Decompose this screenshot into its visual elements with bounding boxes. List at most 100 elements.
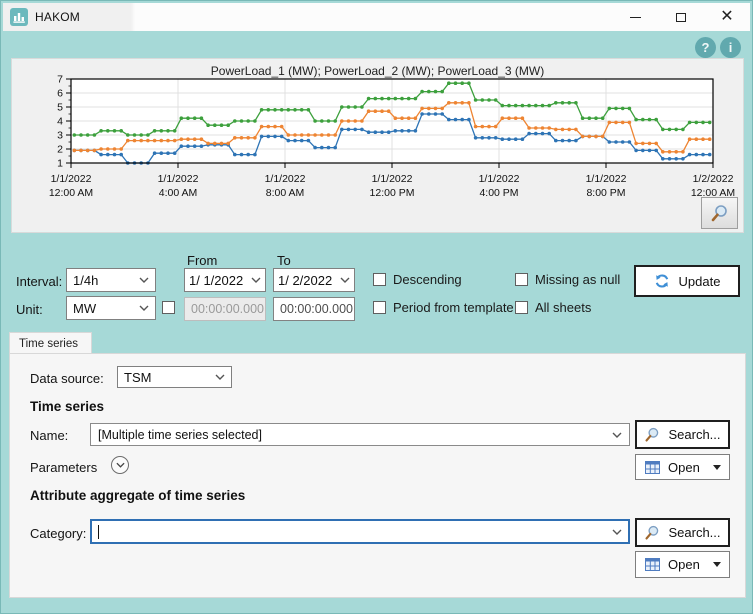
chevron-down-icon bbox=[139, 305, 149, 311]
svg-text:1/1/2022: 1/1/2022 bbox=[479, 173, 520, 185]
open-button[interactable]: Open bbox=[635, 454, 730, 480]
use-time-checkbox[interactable] bbox=[162, 301, 175, 314]
chevron-down-icon bbox=[139, 277, 149, 283]
all-sheets-label: All sheets bbox=[535, 300, 591, 315]
update-label: Update bbox=[679, 274, 721, 289]
help-button[interactable]: ? bbox=[695, 37, 716, 58]
update-button[interactable]: Update bbox=[634, 265, 740, 297]
chevron-down-icon bbox=[215, 374, 225, 380]
descending-checkbox[interactable]: Descending bbox=[373, 272, 462, 287]
checkbox-box[interactable] bbox=[373, 301, 386, 314]
from-date-select[interactable]: 1/ 1/2022 bbox=[184, 268, 266, 292]
app-logo-icon bbox=[10, 8, 28, 26]
all-sheets-checkbox[interactable]: All sheets bbox=[515, 300, 591, 315]
checkbox-box[interactable] bbox=[373, 273, 386, 286]
svg-text:1/1/2022: 1/1/2022 bbox=[586, 173, 627, 185]
table-icon bbox=[645, 461, 660, 474]
svg-text:7: 7 bbox=[57, 75, 63, 86]
interval-label: Interval: bbox=[16, 274, 62, 289]
help-icon: ? bbox=[702, 40, 710, 55]
open-label: Open bbox=[668, 460, 700, 475]
refresh-icon bbox=[654, 273, 670, 289]
name-search-button[interactable]: Search... bbox=[635, 420, 730, 449]
tab-label: Time series bbox=[19, 338, 78, 350]
missing-as-null-label: Missing as null bbox=[535, 272, 620, 287]
category-combobox[interactable] bbox=[90, 519, 630, 544]
checkbox-box[interactable] bbox=[515, 301, 528, 314]
app-window: HAKOM ✕ ? i PowerLoad_1 (MW); PowerLoad_… bbox=[0, 0, 753, 614]
to-date-select[interactable]: 1/ 2/2022 bbox=[273, 268, 355, 292]
magnifier-icon bbox=[644, 426, 661, 443]
chart-panel: PowerLoad_1 (MW); PowerLoad_2 (MW); Powe… bbox=[11, 58, 744, 233]
dropdown-arrow-icon[interactable] bbox=[713, 465, 721, 470]
svg-text:1: 1 bbox=[57, 158, 63, 170]
close-button[interactable]: ✕ bbox=[704, 3, 750, 31]
interval-select[interactable]: 1/4h bbox=[66, 268, 156, 292]
svg-text:5: 5 bbox=[57, 102, 63, 114]
time-series-heading: Time series bbox=[30, 399, 104, 414]
data-source-select[interactable]: TSM bbox=[117, 366, 232, 388]
tab-time-series[interactable]: Time series bbox=[9, 332, 92, 354]
missing-as-null-checkbox[interactable]: Missing as null bbox=[515, 272, 620, 287]
period-from-template-checkbox[interactable]: Period from template bbox=[373, 300, 514, 315]
category-label: Category: bbox=[30, 526, 86, 541]
minimize-icon bbox=[630, 17, 641, 18]
search-label: Search... bbox=[668, 525, 720, 540]
chevron-down-icon bbox=[251, 277, 261, 283]
open-label: Open bbox=[668, 557, 700, 572]
svg-text:8:00 PM: 8:00 PM bbox=[586, 187, 625, 199]
search-label: Search... bbox=[668, 427, 720, 442]
time-to-field[interactable]: 00:00:00.000 bbox=[273, 297, 355, 321]
svg-text:12:00 PM: 12:00 PM bbox=[370, 187, 415, 199]
table-icon bbox=[645, 558, 660, 571]
svg-text:1/1/2022: 1/1/2022 bbox=[51, 173, 92, 185]
svg-text:8:00 AM: 8:00 AM bbox=[266, 187, 305, 199]
category-search-button[interactable]: Search... bbox=[635, 518, 730, 547]
minimize-button[interactable] bbox=[612, 3, 658, 31]
parameters-label: Parameters bbox=[30, 460, 97, 475]
svg-text:1/1/2022: 1/1/2022 bbox=[372, 173, 413, 185]
dropdown-arrow-icon[interactable] bbox=[713, 562, 721, 567]
from-date-value: 1/ 1/2022 bbox=[189, 273, 243, 288]
chevron-down-icon bbox=[340, 277, 350, 283]
svg-text:1/2/2022: 1/2/2022 bbox=[693, 173, 734, 185]
to-label: To bbox=[277, 253, 291, 268]
time-from-value: 00:00:00.000 bbox=[191, 302, 264, 316]
magnifier-icon bbox=[710, 203, 730, 223]
svg-text:12:00 AM: 12:00 AM bbox=[49, 187, 93, 199]
time-series-tab-panel: Data source: TSM Time series Name: [Mult… bbox=[9, 353, 746, 598]
svg-text:4:00 AM: 4:00 AM bbox=[159, 187, 198, 199]
name-label: Name: bbox=[30, 428, 68, 443]
from-label: From bbox=[187, 253, 217, 268]
data-source-label: Data source: bbox=[30, 371, 104, 386]
text-caret bbox=[98, 525, 99, 539]
to-date-value: 1/ 2/2022 bbox=[278, 273, 332, 288]
svg-text:6: 6 bbox=[57, 88, 63, 100]
descending-label: Descending bbox=[393, 272, 462, 287]
chevron-down-icon bbox=[116, 462, 125, 468]
checkbox-box[interactable] bbox=[515, 273, 528, 286]
close-icon: ✕ bbox=[720, 9, 733, 25]
maximize-button[interactable] bbox=[658, 3, 704, 31]
title-bar: HAKOM ✕ bbox=[3, 3, 750, 31]
svg-text:1/1/2022: 1/1/2022 bbox=[158, 173, 199, 185]
chevron-down-icon bbox=[612, 432, 622, 438]
attribute-aggregate-heading: Attribute aggregate of time series bbox=[30, 488, 245, 503]
unit-value: MW bbox=[73, 301, 96, 316]
time-to-value: 00:00:00.000 bbox=[280, 302, 353, 316]
chart-zoom-button[interactable] bbox=[701, 197, 738, 229]
window-title: HAKOM bbox=[35, 10, 80, 24]
svg-text:4:00 PM: 4:00 PM bbox=[479, 187, 518, 199]
name-combobox[interactable]: [Multiple time series selected] bbox=[90, 423, 630, 446]
unit-select[interactable]: MW bbox=[66, 296, 156, 320]
data-source-value: TSM bbox=[124, 370, 151, 385]
svg-text:4: 4 bbox=[57, 116, 63, 128]
magnifier-icon bbox=[644, 524, 661, 541]
chevron-down-icon bbox=[612, 529, 622, 535]
svg-text:2: 2 bbox=[57, 144, 63, 156]
parameters-expander-button[interactable] bbox=[111, 456, 129, 474]
svg-text:1/1/2022: 1/1/2022 bbox=[265, 173, 306, 185]
category-open-button[interactable]: Open bbox=[635, 551, 730, 578]
chart-plot: 12345671/1/202212:00 AM1/1/20224:00 AM1/… bbox=[13, 75, 744, 203]
info-button[interactable]: i bbox=[720, 37, 741, 58]
